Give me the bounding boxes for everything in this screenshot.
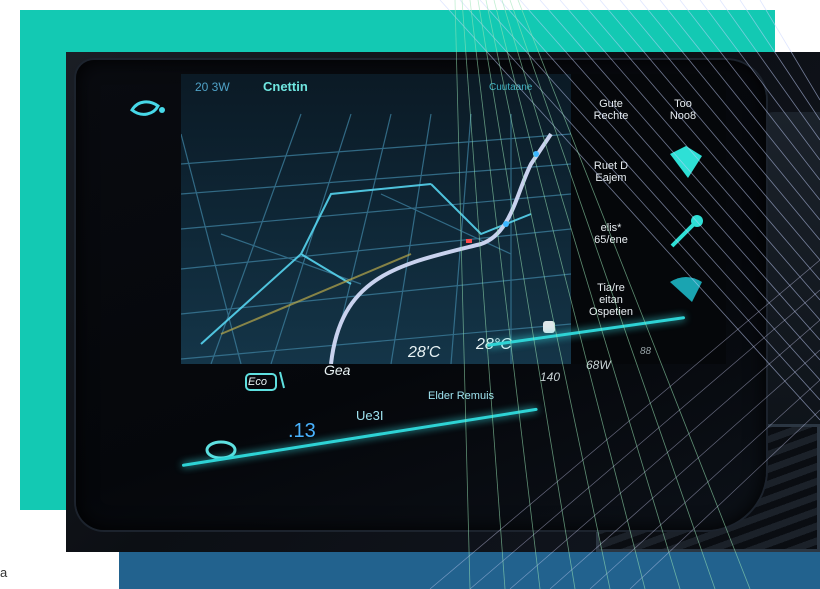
side-item-4-line1: elis* (600, 222, 622, 234)
navigation-map-screen[interactable]: 20 3W Cnettin Cuutaane (181, 74, 571, 364)
side-item-3-line2: Eajem (595, 172, 627, 184)
status-3: 88 (640, 346, 652, 357)
side-item-2[interactable]: Too Noo8 (653, 98, 713, 122)
blue-footer-block (119, 552, 820, 589)
leaf-icon[interactable] (128, 96, 168, 122)
wiper-icon[interactable] (666, 272, 706, 306)
side-item-5-line1: Tia/re (597, 282, 625, 294)
side-item-4-line2: 65/ene (594, 234, 628, 246)
map-grid[interactable] (181, 74, 571, 364)
bottom-tab-2[interactable]: Elder Remuis (428, 390, 494, 402)
screen-top-left-text: 20 3W (195, 80, 230, 94)
temp-left[interactable]: 28'C (408, 344, 440, 362)
status-1: 140 (540, 370, 561, 384)
screen-title: Cnettin (263, 79, 308, 94)
side-item-5[interactable]: Tia/re eitan Ospetien (581, 282, 641, 318)
side-item-2-line2: Noo8 (669, 110, 697, 122)
status-2: 68W (586, 358, 611, 372)
side-item-1[interactable]: Gute Rechte (581, 98, 641, 122)
nav-arrow-icon[interactable] (666, 142, 706, 182)
side-item-4[interactable]: elis* 65/ene (581, 222, 641, 246)
mode-eco[interactable]: Eco (248, 376, 267, 388)
side-item-2-line1: Too (674, 98, 692, 110)
bottom-tab-1[interactable]: Ue3I (356, 408, 383, 423)
side-item-3[interactable]: Ruet D Eajem (581, 160, 641, 184)
wrench-icon[interactable] (666, 212, 706, 252)
side-item-1-line2: Rechte (593, 110, 629, 122)
side-item-5-line2: eitan (599, 294, 623, 306)
side-item-5-line3: Ospetien (588, 306, 634, 318)
mode-gear[interactable]: Gea (324, 362, 350, 378)
screen-top-right-text: Cuutaane (489, 82, 533, 93)
dashboard-photo: 20 3W Cnettin Cuutaane Gute Rechte Too N… (66, 52, 820, 552)
corner-letter: a (0, 565, 8, 580)
bottom-number[interactable]: .13 (288, 420, 316, 443)
side-item-3-line1: Ruet D (593, 160, 629, 172)
side-item-1-line1: Gute (599, 98, 623, 110)
